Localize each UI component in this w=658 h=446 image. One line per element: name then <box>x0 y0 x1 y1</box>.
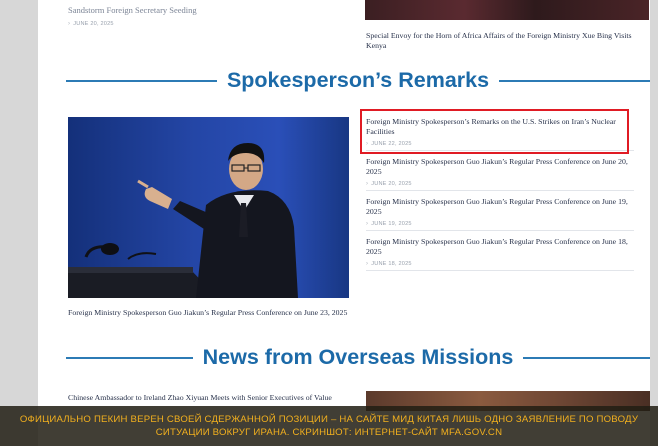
featured-caption-link[interactable]: Foreign Ministry Spokesperson Guo Jiakun… <box>68 308 350 318</box>
remarks-list: Foreign Ministry Spokesperson’s Remarks … <box>366 111 634 271</box>
caption-banner: ОФИЦИАЛЬНО ПЕКИН ВЕРЕН СВОЕЙ СДЕРЖАННОЙ … <box>0 406 658 446</box>
date-label: JUNE 18, 2025 <box>371 261 412 267</box>
list-item[interactable]: Foreign Ministry Spokesperson Guo Jiakun… <box>366 231 634 271</box>
item-date: › JUNE 18, 2025 <box>366 261 634 267</box>
featured-press-photo[interactable] <box>68 117 349 298</box>
section-title[interactable]: Spokesperson’s Remarks <box>227 68 489 93</box>
date-label: JUNE 20, 2025 <box>73 21 114 27</box>
item-date: › JUNE 22, 2025 <box>366 141 634 147</box>
section-header-spokesperson: Spokesperson’s Remarks <box>66 68 651 93</box>
item-title[interactable]: Foreign Ministry Spokesperson’s Remarks … <box>366 117 634 137</box>
news-title-link[interactable]: Special Envoy for the Horn of Africa Aff… <box>366 31 644 51</box>
date-label: JUNE 22, 2025 <box>371 141 412 147</box>
list-item[interactable]: Foreign Ministry Spokesperson’s Remarks … <box>366 111 634 151</box>
chevron-right-icon: › <box>366 181 369 187</box>
section-header-news: News from Overseas Missions <box>66 345 651 370</box>
chevron-right-icon: › <box>68 21 71 27</box>
divider <box>66 79 217 82</box>
caption-text: ОФИЦИАЛЬНО ПЕКИН ВЕРЕН СВОЕЙ СДЕРЖАННОЙ … <box>19 414 639 438</box>
news-photo[interactable] <box>365 0 649 20</box>
list-item[interactable]: Foreign Ministry Spokesperson Guo Jiakun… <box>366 151 634 191</box>
chevron-right-icon: › <box>366 221 369 227</box>
divider <box>66 356 193 359</box>
spokesperson-photo-illustration <box>68 117 349 298</box>
partial-news-title[interactable]: Sandstorm Foreign Secretary Seeding <box>68 5 197 15</box>
item-title[interactable]: Foreign Ministry Spokesperson Guo Jiakun… <box>366 237 634 257</box>
item-date: › JUNE 20, 2025 <box>366 181 634 187</box>
news-date: › JUNE 20, 2025 <box>68 21 114 27</box>
chevron-right-icon: › <box>366 141 369 147</box>
chevron-right-icon: › <box>366 261 369 267</box>
date-label: JUNE 20, 2025 <box>371 181 412 187</box>
divider <box>499 79 651 82</box>
item-title[interactable]: Foreign Ministry Spokesperson Guo Jiakun… <box>366 157 634 177</box>
item-date: › JUNE 19, 2025 <box>366 221 634 227</box>
date-label: JUNE 19, 2025 <box>371 221 412 227</box>
news-title-link[interactable]: Chinese Ambassador to Ireland Zhao Xiyua… <box>68 393 332 402</box>
item-title[interactable]: Foreign Ministry Spokesperson Guo Jiakun… <box>366 197 634 217</box>
list-item[interactable]: Foreign Ministry Spokesperson Guo Jiakun… <box>366 191 634 231</box>
section-title[interactable]: News from Overseas Missions <box>203 345 514 370</box>
divider <box>523 356 651 359</box>
